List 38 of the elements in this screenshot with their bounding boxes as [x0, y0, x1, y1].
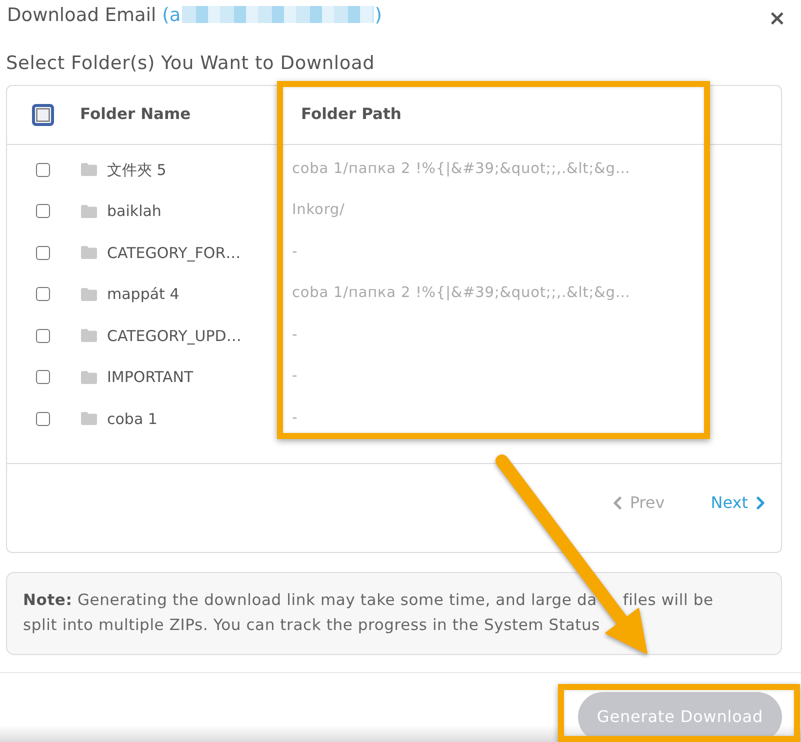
folder-name: coba 1 — [107, 408, 158, 430]
folder-name: CATEGORY_UPD… — [107, 326, 242, 346]
row-checkbox[interactable] — [36, 204, 50, 218]
column-header: Folder Name — [80, 104, 191, 126]
folder-path: coba 1/папка 2 !%{|&#39;&quot;;,.&lt;&g… — [292, 160, 630, 179]
folder-name: IMPORTANT — [107, 367, 194, 388]
folder-path: - — [292, 326, 298, 345]
chevron-left-icon — [612, 496, 622, 510]
row-checkbox[interactable] — [36, 246, 50, 260]
folder-path: - — [292, 408, 298, 428]
folder-icon — [81, 412, 97, 426]
row-checkbox[interactable] — [36, 162, 50, 177]
folder-icon — [81, 246, 97, 260]
section-heading: Select Folder(s) You Want to Download — [6, 52, 376, 76]
column-header: Folder Path — [301, 104, 402, 126]
folder-path: Inkorg/ — [292, 201, 345, 220]
row-checkbox[interactable] — [36, 287, 50, 302]
dialog-title: Download Email — [7, 4, 156, 28]
folder-path: - — [292, 242, 298, 262]
folder-path: coba 1/папка 2 !%{|&#39;&quot;;,.&lt;&g… — [292, 284, 630, 304]
folder-name: 文件夾 5 — [107, 160, 166, 180]
row-checkbox[interactable] — [36, 412, 50, 426]
info-note: Note: Generating the download link may take some time, and large da files will be split into multiple ZIPs. You can track the progress in the System Status — [6, 572, 782, 654]
folder-icon — [81, 370, 97, 384]
folder-icon — [81, 163, 97, 176]
folder-icon — [81, 288, 97, 301]
row-checkbox[interactable] — [36, 328, 50, 343]
folder-icon — [81, 204, 97, 218]
folder-path: - — [292, 367, 298, 386]
folder-name: mappát 4 — [107, 284, 180, 305]
folder-name: CATEGORY_FOR… — [107, 242, 241, 264]
row-checkbox[interactable] — [36, 370, 50, 384]
select-all-checkbox[interactable] — [32, 104, 54, 126]
close-button[interactable]: × — [767, 7, 787, 29]
folder-icon — [81, 329, 97, 342]
chevron-right-icon — [756, 496, 765, 510]
folder-name: baiklah — [107, 201, 162, 222]
next-page-button[interactable]: Next — [710, 490, 765, 514]
